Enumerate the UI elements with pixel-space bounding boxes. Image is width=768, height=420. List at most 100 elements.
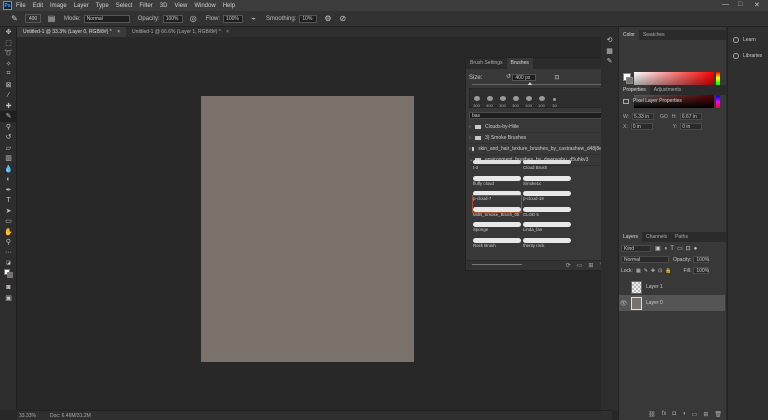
menu-image[interactable]: Image: [50, 3, 67, 9]
marquee-tool-icon[interactable]: ⬚: [0, 38, 17, 49]
flow-field[interactable]: 100%: [223, 14, 244, 23]
crop-tool-icon[interactable]: ⌗: [0, 69, 17, 80]
visibility-eye-icon[interactable]: 👁: [619, 300, 628, 307]
menu-3d[interactable]: 3D: [160, 3, 168, 9]
close-tab-icon[interactable]: ×: [117, 29, 120, 35]
menu-file[interactable]: File: [16, 3, 26, 9]
adjustment-layer-icon[interactable]: ◑: [682, 411, 686, 417]
lock-transparent-icon[interactable]: ▦: [636, 268, 641, 274]
reset-size-icon[interactable]: ↺: [506, 73, 511, 80]
move-tool-icon[interactable]: ✥: [0, 27, 17, 38]
eraser-tool-icon[interactable]: ▱: [0, 143, 17, 154]
brush-settings-toggle-icon[interactable]: ▤: [47, 14, 56, 23]
mode-select[interactable]: Normal: [83, 14, 130, 23]
brush-preset[interactable]: 100: [522, 89, 535, 108]
brush-settings-panel-icon[interactable]: ▦: [601, 46, 618, 57]
thumbnail-size-slider[interactable]: [472, 264, 522, 265]
document-tab[interactable]: Untitled-1 @ 33.3% (Layer 0, RGB/8#) * ×: [17, 27, 127, 37]
maximize-icon[interactable]: □: [738, 1, 742, 8]
brush-preset[interactable]: 300: [509, 89, 522, 108]
size-slider-handle[interactable]: [528, 82, 532, 85]
brush-item[interactable]: MdB_Smoke_Brush_05: [473, 212, 521, 227]
layer-style-icon[interactable]: fx: [662, 411, 667, 417]
smoothing-field[interactable]: 10%: [299, 14, 318, 23]
brush-item[interactable]: fluffy cloud: [473, 181, 521, 196]
lasso-tool-icon[interactable]: ➰: [0, 48, 17, 59]
quick-mask-icon[interactable]: ◙: [0, 282, 17, 293]
brush-item[interactable]: Smoke1c: [523, 181, 571, 196]
menu-edit[interactable]: Edit: [33, 3, 43, 9]
brush-preset[interactable]: 300: [496, 89, 509, 108]
filter-adjustment-icon[interactable]: ◑: [664, 246, 668, 252]
tab-layers[interactable]: Layers: [619, 232, 643, 242]
tab-paths[interactable]: Paths: [671, 232, 692, 242]
document-canvas[interactable]: [201, 96, 414, 362]
foreground-background-color-icon[interactable]: [0, 269, 17, 280]
zoom-tool-icon[interactable]: ⚲: [0, 237, 17, 248]
brush-tool-icon[interactable]: ✎: [0, 111, 17, 122]
eyedropper-tool-icon[interactable]: ⁄: [0, 90, 17, 101]
filter-pixel-icon[interactable]: ▣: [655, 245, 661, 252]
zoom-level[interactable]: 33.33%: [19, 413, 36, 419]
close-tab-icon[interactable]: ×: [226, 29, 229, 35]
minimize-icon[interactable]: —: [722, 1, 729, 8]
brush-item[interactable]: p-cloud-19: [523, 196, 571, 212]
dodge-tool-icon[interactable]: ◐: [0, 174, 17, 185]
opacity-pressure-icon[interactable]: ◎: [189, 14, 198, 23]
tab-properties[interactable]: Properties: [619, 85, 650, 95]
brush-folder[interactable]: › 3) Smoke Brushes: [469, 133, 603, 144]
airbrush-icon[interactable]: ⌁: [249, 14, 258, 23]
frame-tool-icon[interactable]: ⊠: [0, 80, 17, 91]
layer-opacity-field[interactable]: 100%: [693, 256, 710, 263]
hand-tool-icon[interactable]: ✋: [0, 227, 17, 238]
brush-preset[interactable]: 30: [548, 89, 561, 108]
new-folder-icon[interactable]: ▭: [577, 262, 583, 269]
layer-name[interactable]: Layer 0: [646, 300, 663, 306]
menu-view[interactable]: View: [174, 3, 187, 9]
background-color-swatch[interactable]: [626, 77, 633, 84]
brush-preset[interactable]: 300: [470, 89, 483, 108]
healing-brush-tool-icon[interactable]: ✚: [0, 101, 17, 112]
brush-search-input[interactable]: bas: [469, 112, 608, 119]
screen-mode-icon[interactable]: ▣: [0, 293, 17, 304]
tab-channels[interactable]: Channels: [642, 232, 671, 242]
y-field[interactable]: 0 in: [680, 123, 703, 130]
smoothing-options-gear-icon[interactable]: ⚙: [323, 14, 332, 23]
x-field[interactable]: 0 in: [630, 123, 653, 130]
menu-layer[interactable]: Layer: [74, 3, 89, 9]
brush-folder[interactable]: › Clouds-by-Hiile: [469, 122, 603, 133]
brush-item-selected[interactable]: p-cloud-7: [472, 195, 522, 213]
layer-row[interactable]: Layer 1: [619, 279, 725, 295]
add-mask-icon[interactable]: ◘: [672, 411, 676, 417]
link-layers-icon[interactable]: ⛓: [648, 411, 656, 418]
brush-item[interactable]: CLOD 5: [523, 212, 571, 227]
trash-icon[interactable]: 🗑: [714, 411, 722, 418]
tab-swatches[interactable]: Swatches: [639, 30, 669, 40]
clone-stamp-tool-icon[interactable]: ⚲: [0, 122, 17, 133]
filter-type-icon[interactable]: T: [670, 246, 674, 252]
layer-filter-select[interactable]: Kind: [621, 245, 651, 252]
brush-item[interactable]: Rock Brush: [473, 243, 521, 259]
width-field[interactable]: 5.33 in: [632, 113, 655, 120]
tab-brushes[interactable]: Brushes: [506, 58, 533, 69]
tab-brush-settings[interactable]: Brush Settings: [466, 58, 507, 69]
lock-artboard-icon[interactable]: ⊡: [658, 268, 662, 274]
blend-mode-select[interactable]: Normal: [621, 256, 669, 263]
layer-name[interactable]: Layer 1: [646, 284, 663, 290]
pen-tool-icon[interactable]: ✒: [0, 185, 17, 196]
default-colors-icon[interactable]: ◪: [0, 258, 17, 269]
edit-toolbar-icon[interactable]: ···: [0, 248, 17, 259]
brush-preset[interactable]: 400: [483, 89, 496, 108]
create-brush-from-image-icon[interactable]: ⟳: [566, 262, 571, 269]
tab-color[interactable]: Color: [619, 30, 639, 40]
brush-item[interactable]: Sponge: [473, 227, 521, 243]
menu-help[interactable]: Help: [223, 3, 235, 9]
new-brush-icon[interactable]: ⊞: [588, 262, 593, 269]
brush-item[interactable]: Cloud Brush: [523, 165, 571, 181]
shape-tool-icon[interactable]: ▭: [0, 216, 17, 227]
history-panel-icon[interactable]: ⟲: [601, 35, 618, 46]
tab-adjustments[interactable]: Adjustments: [650, 85, 686, 95]
size-slider[interactable]: [472, 84, 604, 85]
new-group-icon[interactable]: ▭: [692, 411, 698, 418]
menu-select[interactable]: Select: [116, 3, 133, 9]
